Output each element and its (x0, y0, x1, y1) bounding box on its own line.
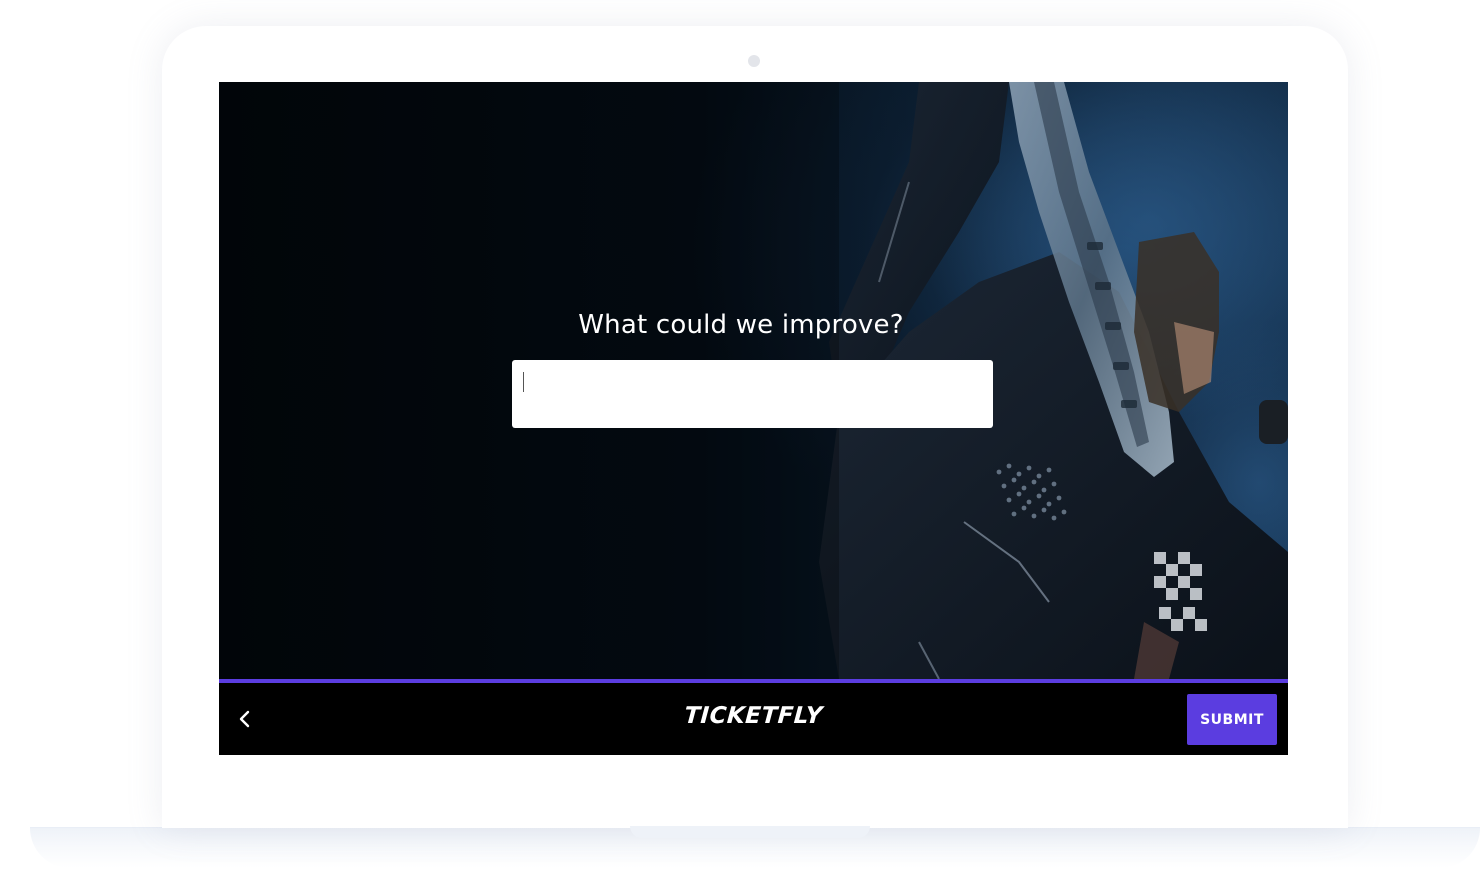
footer-bar: TICKETFLY SUBMIT (219, 683, 1288, 755)
survey-question: What could we improve? (578, 310, 904, 340)
submit-button[interactable]: SUBMIT (1187, 694, 1277, 745)
laptop-notch (630, 826, 870, 838)
hero-background: What could we improve? (219, 82, 1288, 679)
device-mockup: What could we improve? TICKETFLY SUBMIT (0, 0, 1480, 882)
brand-logo: TICKETFLY (683, 703, 824, 729)
text-cursor (523, 372, 524, 392)
camera-icon (748, 55, 760, 67)
feedback-input[interactable] (512, 360, 993, 428)
survey-screen: What could we improve? TICKETFLY SUBMIT (219, 82, 1288, 755)
